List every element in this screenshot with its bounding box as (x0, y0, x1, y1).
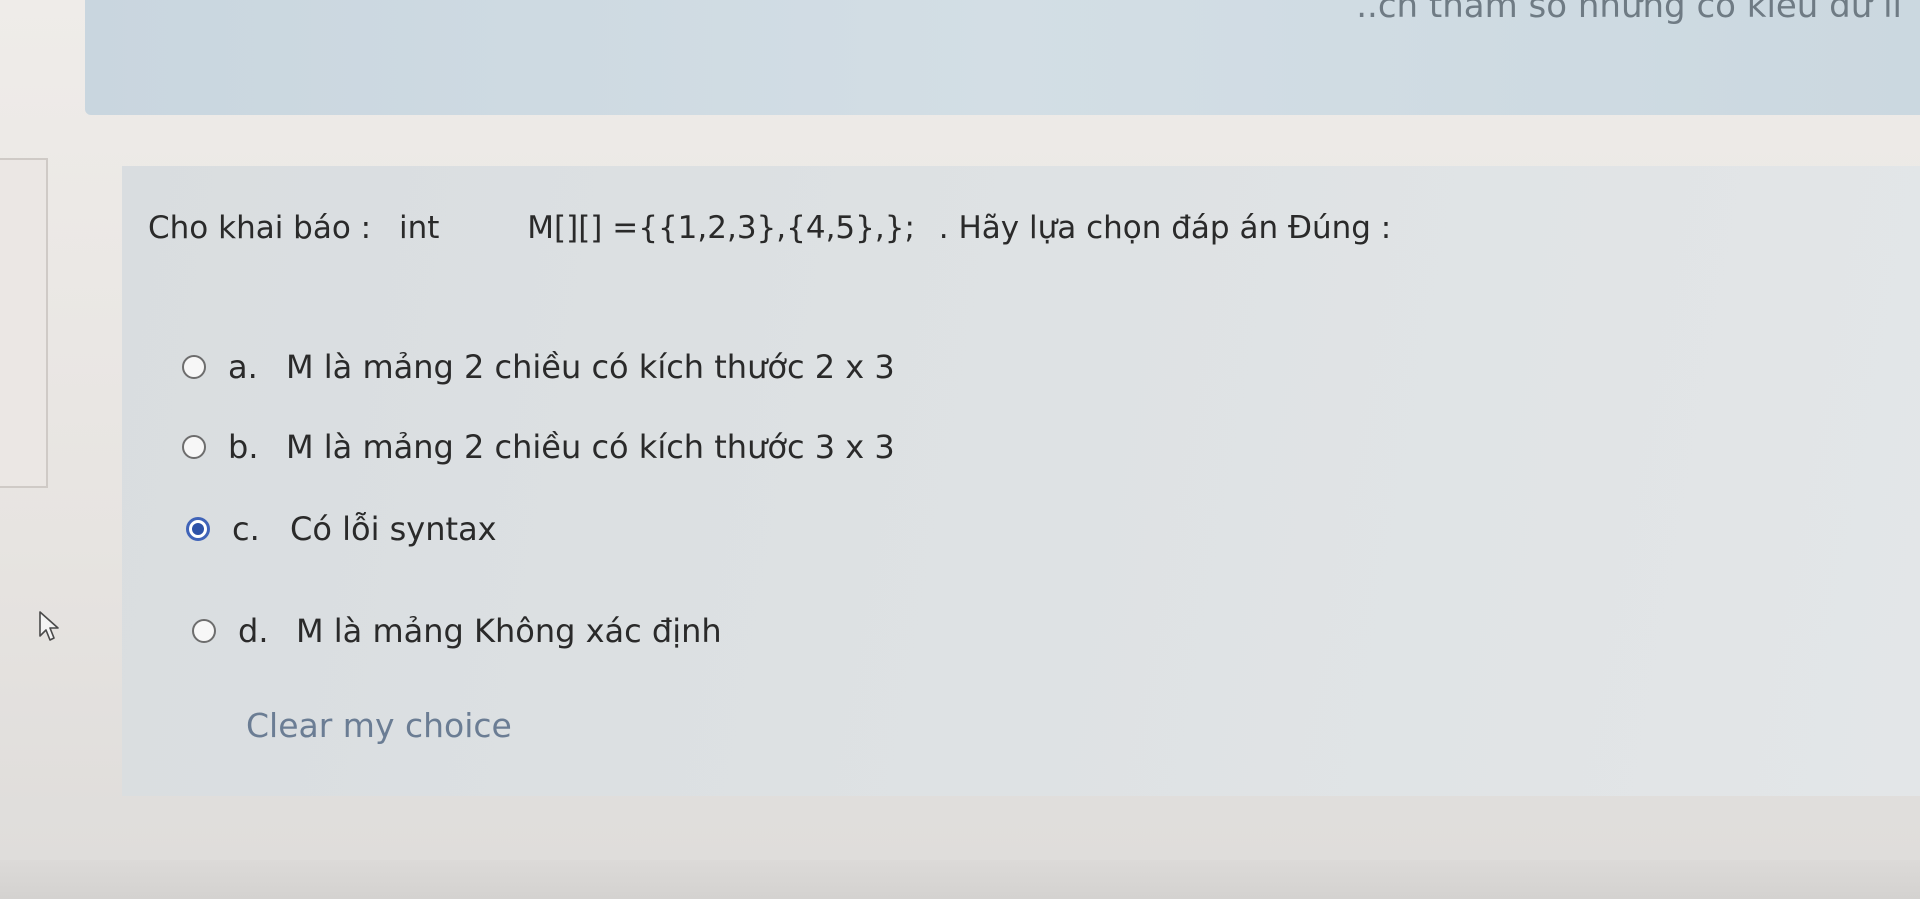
question-text: Cho khai báo : int M[][] ={{1,2,3},{4,5}… (148, 210, 1391, 246)
option-letter: c. (232, 510, 260, 548)
option-letter: b. (228, 428, 259, 466)
clear-my-choice-link[interactable]: Clear my choice (246, 706, 512, 745)
quiz-page: ..ch tham số nhưng có kiểu dữ li Cho kha… (0, 0, 1920, 899)
option-text: M là mảng Không xác định (296, 612, 722, 650)
radio-selected-dot (192, 523, 204, 535)
option-letter: d. (238, 612, 269, 650)
question-declaration: M[][] ={{1,2,3},{4,5},}; (527, 210, 915, 246)
radio-a[interactable] (182, 355, 206, 379)
mouse-pointer-icon (39, 611, 59, 641)
question-type-keyword: int (398, 210, 440, 246)
radio-b[interactable] (182, 435, 206, 459)
previous-question-card: ..ch tham số nhưng có kiểu dữ li (85, 0, 1920, 115)
radio-c-selected[interactable] (186, 517, 210, 541)
option-letter: a. (228, 348, 258, 386)
option-text: M là mảng 2 chiều có kích thước 2 x 3 (286, 348, 895, 386)
option-d[interactable]: d. M là mảng Không xác định (192, 612, 722, 650)
option-b[interactable]: b. M là mảng 2 chiều có kích thước 3 x 3 (182, 428, 895, 466)
question-card (122, 166, 1920, 796)
option-text: Có lỗi syntax (290, 510, 497, 548)
previous-question-text: ..ch tham số nhưng có kiểu dữ li (1356, 0, 1902, 26)
left-panel-frame (0, 158, 48, 488)
option-text: M là mảng 2 chiều có kích thước 3 x 3 (286, 428, 895, 466)
option-a[interactable]: a. M là mảng 2 chiều có kích thước 2 x 3 (182, 348, 895, 386)
bottom-edge (0, 860, 1920, 899)
question-instruction: . Hãy lựa chọn đáp án Đúng : (938, 210, 1392, 246)
question-intro: Cho khai báo : (148, 210, 372, 246)
radio-d[interactable] (192, 619, 216, 643)
option-c[interactable]: c. Có lỗi syntax (186, 510, 497, 548)
